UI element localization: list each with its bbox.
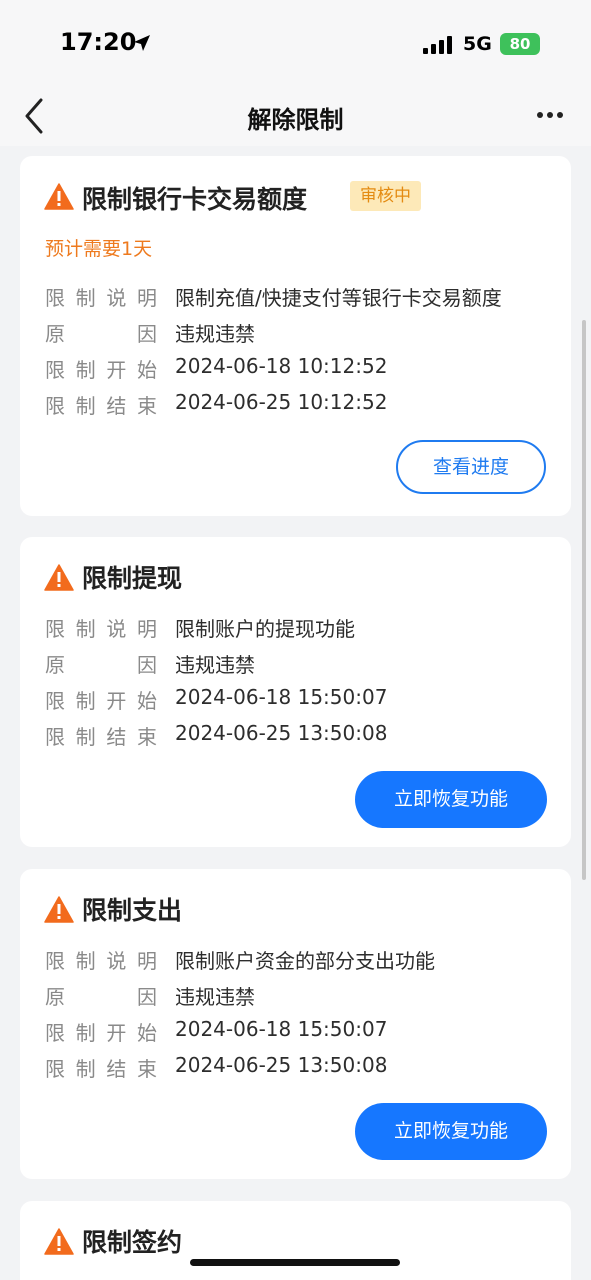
warning-icon [44, 564, 74, 591]
row-value-description: 限制账户资金的部分支出功能 [175, 949, 435, 973]
nav-bar: 解除限制 [0, 90, 591, 146]
location-arrow-icon [134, 35, 150, 51]
restriction-card-bank: 限制银行卡交易额度 审核中 预计需要1天 限制说明 限制充值/快捷支付等银行卡交… [20, 156, 571, 516]
status-bar: 17:20 5G 80 [0, 0, 591, 90]
row-label-start: 限制开始 [45, 358, 157, 382]
row-label-reason: 原因 [45, 322, 157, 346]
scrollbar[interactable] [582, 320, 586, 880]
warning-icon [44, 1228, 74, 1255]
page-title: 解除限制 [247, 106, 344, 134]
more-options-icon[interactable] [535, 110, 565, 120]
row-value-reason: 违规违禁 [175, 985, 255, 1009]
restriction-card-spending: 限制支出 限制说明 限制账户资金的部分支出功能 原因 违规违禁 限制开始 202… [20, 869, 571, 1179]
row-label-end: 限制结束 [45, 725, 157, 749]
row-label-description: 限制说明 [45, 286, 157, 310]
row-value-description: 限制账户的提现功能 [175, 617, 355, 641]
row-label-reason: 原因 [45, 653, 157, 677]
row-label-start: 限制开始 [45, 1021, 157, 1045]
row-label-reason: 原因 [45, 985, 157, 1009]
row-label-end: 限制结束 [45, 1057, 157, 1081]
cellular-signal-icon [423, 36, 453, 54]
row-label-description: 限制说明 [45, 617, 157, 641]
restore-function-button[interactable]: 立即恢复功能 [355, 1103, 547, 1160]
network-type: 5G [463, 33, 492, 55]
row-label-end: 限制结束 [45, 394, 157, 418]
row-value-reason: 违规违禁 [175, 322, 255, 346]
row-label-description: 限制说明 [45, 949, 157, 973]
status-time: 17:20 [60, 28, 137, 56]
home-indicator[interactable] [190, 1259, 400, 1266]
battery-icon: 80 [500, 33, 540, 55]
battery-level: 80 [509, 35, 531, 53]
row-value-end: 2024-06-25 10:12:52 [175, 390, 388, 414]
restriction-card-signing: 限制签约 [20, 1201, 571, 1280]
row-value-reason: 违规违禁 [175, 653, 255, 677]
card-title: 限制提现 [82, 564, 183, 593]
row-value-start: 2024-06-18 10:12:52 [175, 354, 388, 378]
row-value-start: 2024-06-18 15:50:07 [175, 685, 388, 709]
card-title: 限制签约 [82, 1228, 183, 1257]
row-value-description: 限制充值/快捷支付等银行卡交易额度 [175, 286, 502, 310]
eta-text: 预计需要1天 [45, 238, 153, 260]
row-value-end: 2024-06-25 13:50:08 [175, 1053, 388, 1077]
restriction-card-withdraw: 限制提现 限制说明 限制账户的提现功能 原因 违规违禁 限制开始 2024-06… [20, 537, 571, 847]
restore-function-button[interactable]: 立即恢复功能 [355, 771, 547, 828]
row-value-end: 2024-06-25 13:50:08 [175, 721, 388, 745]
row-label-start: 限制开始 [45, 689, 157, 713]
card-title: 限制银行卡交易额度 [82, 185, 308, 214]
card-title: 限制支出 [82, 896, 183, 925]
row-value-start: 2024-06-18 15:50:07 [175, 1017, 388, 1041]
warning-icon [44, 896, 74, 923]
warning-icon [44, 183, 74, 210]
view-progress-button[interactable]: 查看进度 [396, 440, 546, 494]
status-badge: 审核中 [350, 181, 421, 211]
